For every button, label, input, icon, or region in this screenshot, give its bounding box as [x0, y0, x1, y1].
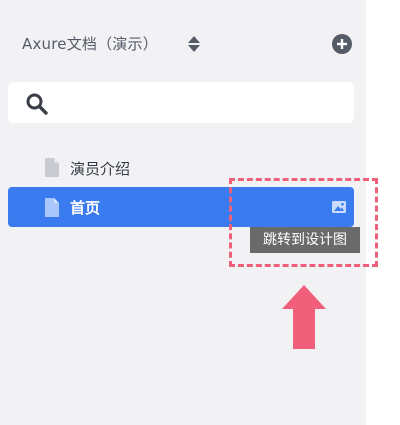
add-page-button[interactable]: [332, 34, 352, 54]
page-icon: [45, 158, 59, 177]
up-down-caret-icon[interactable]: [187, 34, 201, 54]
annotation-highlight-box: [229, 178, 378, 267]
search-input[interactable]: [60, 82, 344, 125]
page-icon: [45, 198, 59, 217]
search-icon: [26, 93, 48, 115]
tooltip: 跳转到设计图: [250, 227, 360, 253]
search-box[interactable]: [8, 82, 354, 125]
page-label: 首页: [70, 199, 101, 217]
page-label: 演员介绍: [70, 160, 131, 178]
project-title: Axure文档（演示）: [22, 35, 158, 53]
up-arrow-icon: [282, 285, 326, 349]
